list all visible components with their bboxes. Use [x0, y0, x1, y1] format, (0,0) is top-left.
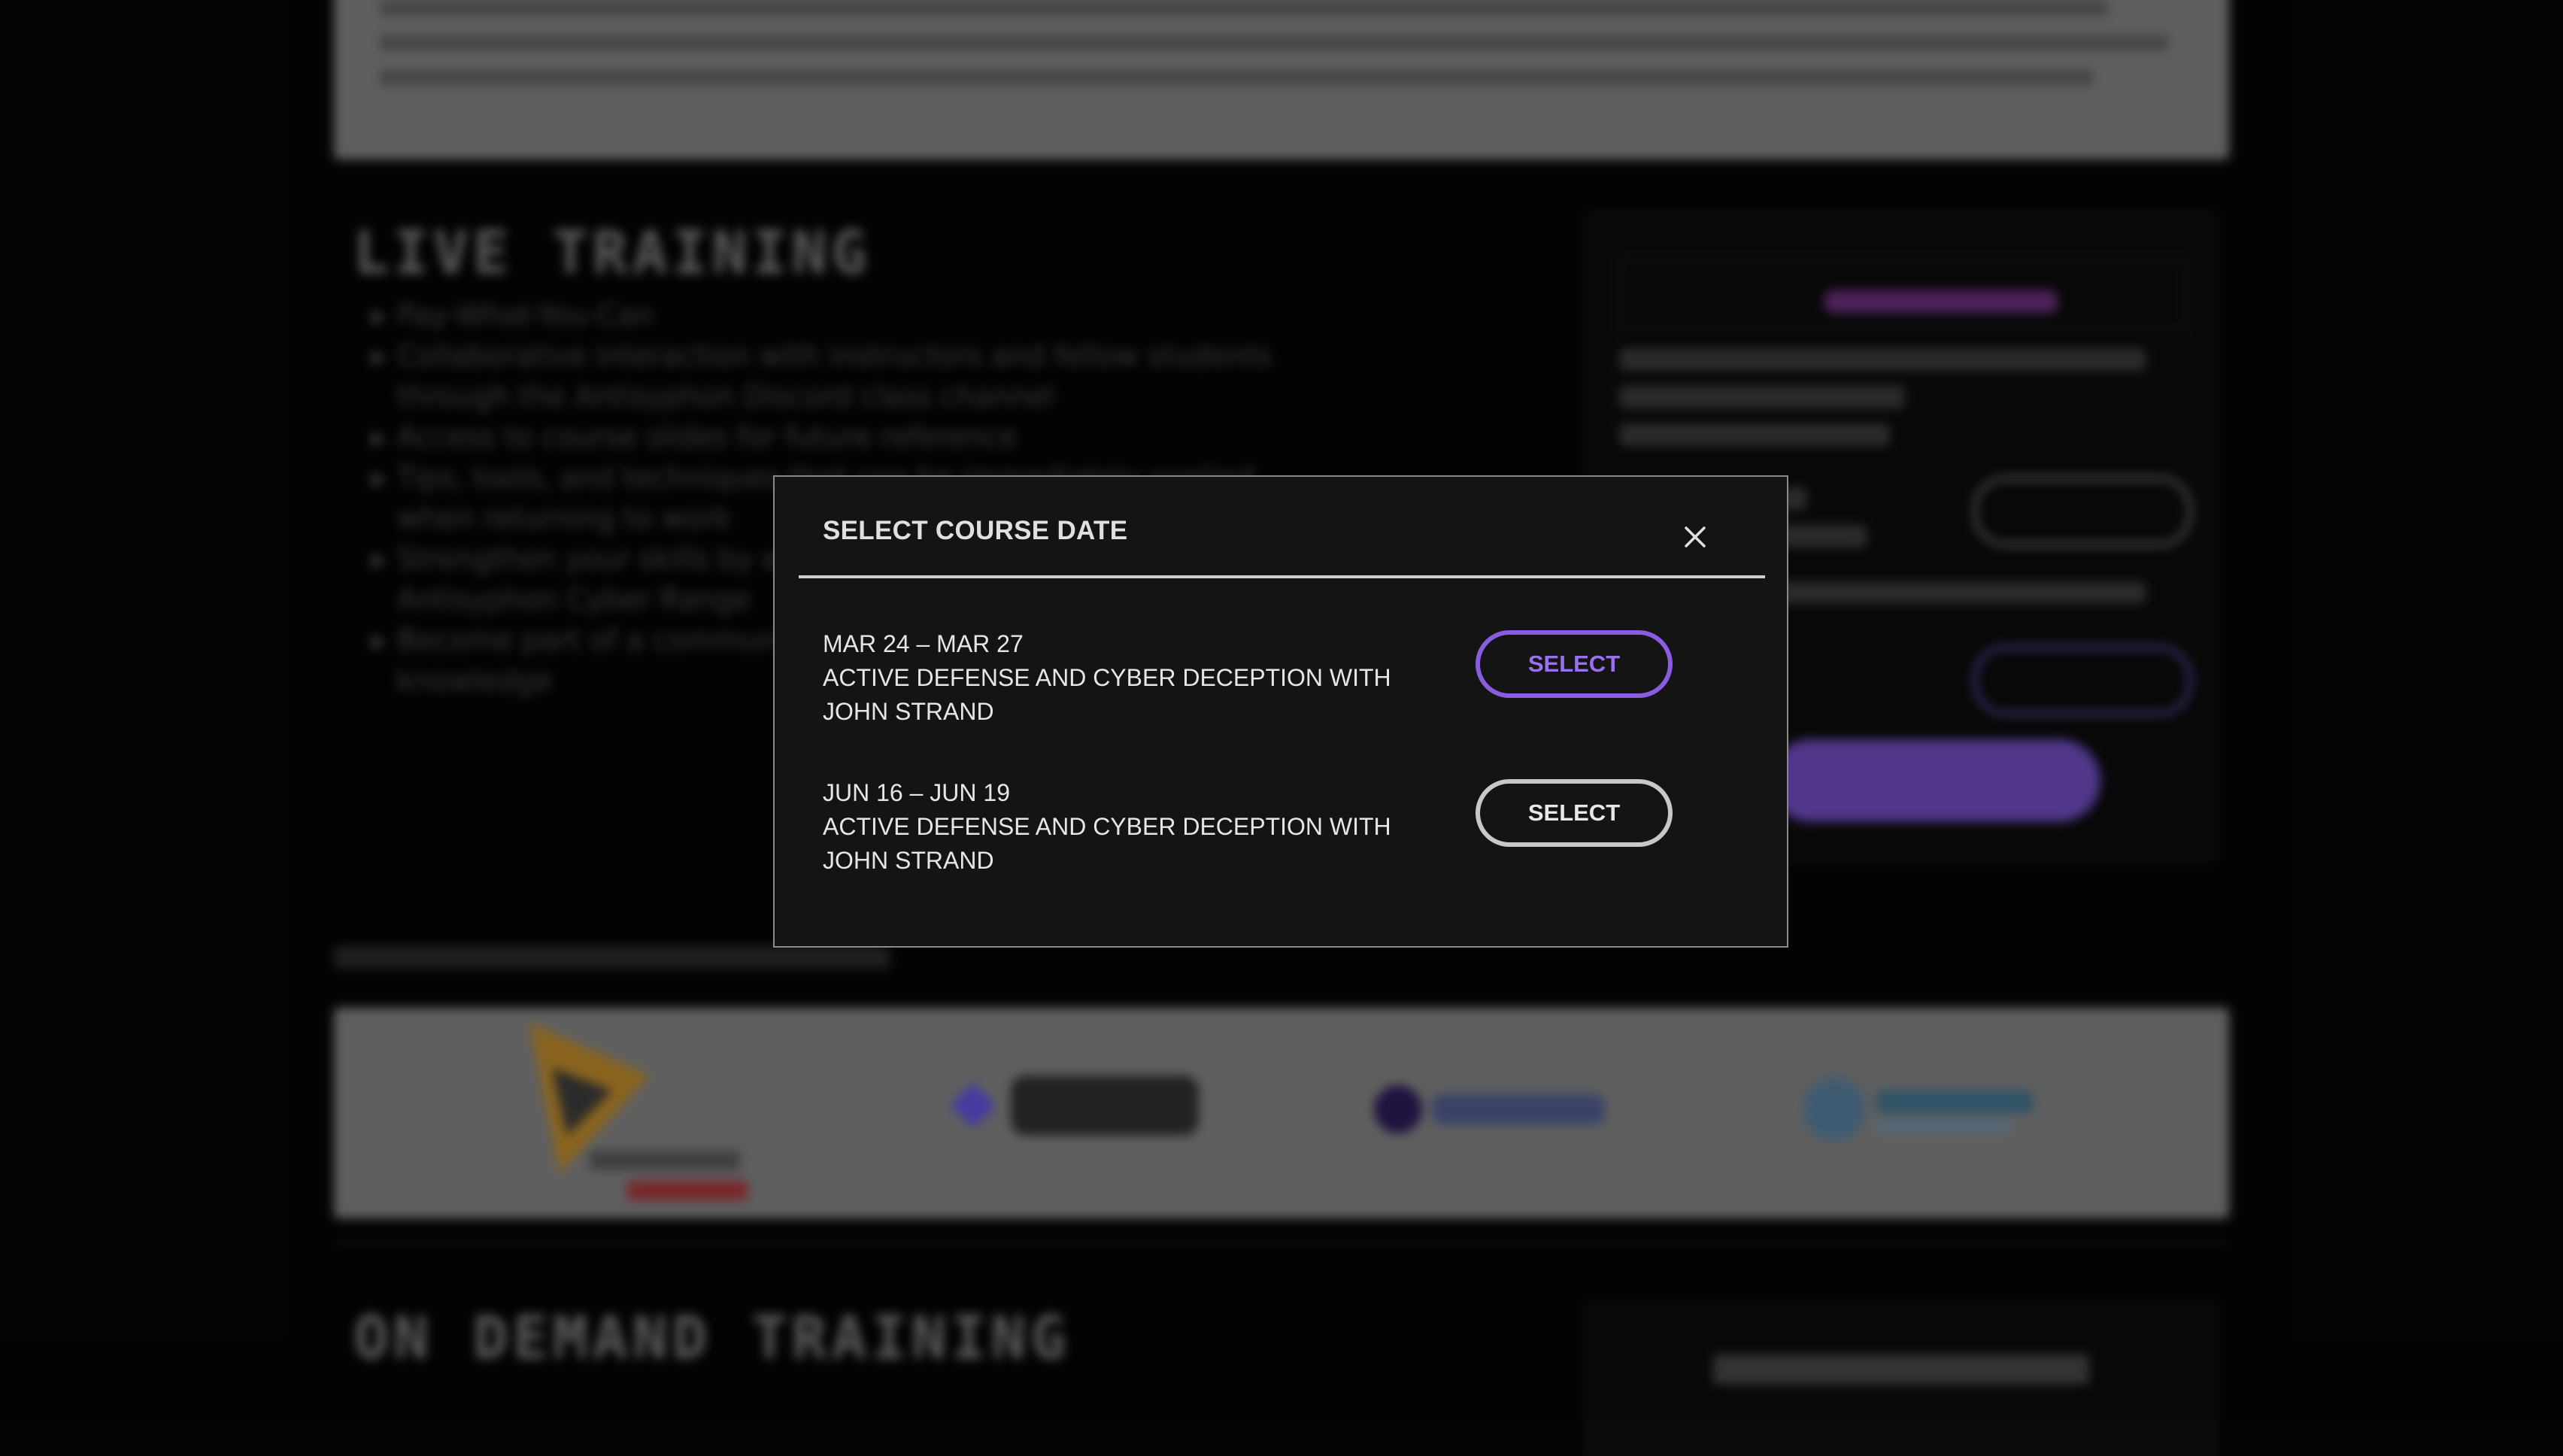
- course-date-option: MAR 24 – MAR 27 ACTIVE DEFENSE AND CYBER…: [823, 627, 1740, 748]
- dialog-header-divider: [799, 575, 1765, 578]
- dialog-title: SELECT COURSE DATE: [823, 516, 1128, 545]
- option-course-name: ACTIVE DEFENSE AND CYBER DECEPTION WITH …: [823, 813, 1391, 874]
- option-date: JUN 16 – JUN 19: [823, 779, 1010, 806]
- close-button[interactable]: [1677, 519, 1713, 555]
- option-date: MAR 24 – MAR 27: [823, 630, 1024, 657]
- select-course-date-dialog: SELECT COURSE DATE MAR 24 – MAR 27 ACTIV…: [773, 475, 1788, 948]
- course-date-option: JUN 16 – JUN 19 ACTIVE DEFENSE AND CYBER…: [823, 776, 1740, 896]
- close-icon: [1685, 526, 1706, 548]
- select-mar-button[interactable]: SELECT: [1476, 630, 1673, 698]
- select-jun-button[interactable]: SELECT: [1476, 779, 1673, 847]
- option-course-name: ACTIVE DEFENSE AND CYBER DECEPTION WITH …: [823, 664, 1391, 725]
